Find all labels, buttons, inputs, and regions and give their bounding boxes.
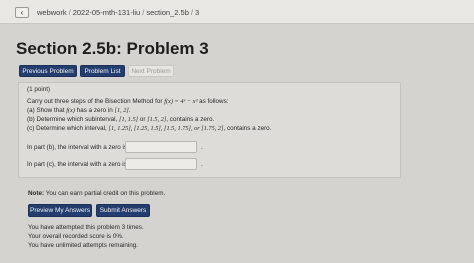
part-a-prefix: (a) Show that [27, 107, 67, 114]
problem-intro-text: Carry out three steps of the Bisection M… [27, 98, 165, 105]
breadcrumb-item-section[interactable]: section_2.5b [146, 8, 189, 17]
part-b-interval-2: [1.5, 2] [147, 116, 167, 123]
part-b-or: or [138, 116, 148, 123]
problem-list-button[interactable]: Problem List [80, 65, 125, 77]
part-c-intervals: [1, 1.25], [1.25, 1.5], [1.5, 1.75], or … [108, 125, 224, 132]
breadcrumb-item-problem: 3 [194, 8, 200, 17]
problem-intro: Carry out three steps of the Bisection M… [27, 98, 229, 105]
back-button[interactable]: ‹ [15, 7, 29, 18]
part-c-text: (c) Determine which interval, [1, 1.25],… [27, 125, 271, 132]
breadcrumb-item-course[interactable]: 2022-05-mth-131-liu [73, 8, 141, 17]
previous-problem-button[interactable]: Previous Problem [19, 65, 77, 77]
problem-box: (1 point) Carry out three steps of the B… [18, 82, 401, 178]
part-a-end: . [128, 107, 131, 114]
answer-b-label: In part (b), the interval with a zero is [27, 144, 128, 151]
answer-b-period: . [201, 144, 203, 151]
answer-c-label: In part (c), the interval with a zero is [27, 161, 127, 168]
page-title: Section 2.5b: Problem 3 [16, 39, 209, 58]
partial-credit-note: Note: You can earn partial credit on thi… [28, 190, 165, 197]
part-b-prefix: (b) Determine which subinterval, [27, 116, 120, 123]
part-a-text: (a) Show that f(x) has a zero in [1, 2]. [27, 107, 131, 114]
recorded-score: Your overall recorded score is 0%. [28, 233, 124, 240]
part-b-text: (b) Determine which subinterval, [1, 1.5… [27, 116, 214, 123]
problem-function: f(x) = 4ˣ − x³ [164, 98, 198, 105]
part-b-interval-1: [1, 1.5] [119, 116, 139, 123]
problem-points: (1 point) [27, 86, 51, 93]
chevron-left-icon: ‹ [20, 8, 24, 17]
part-c-end: , contains a zero. [223, 125, 272, 132]
attempts-remaining: You have unlimited attempts remaining. [28, 242, 139, 249]
answer-b-input[interactable] [125, 141, 197, 153]
note-text: You can earn partial credit on this prob… [44, 190, 166, 197]
part-a-func: f(x) [66, 107, 75, 114]
problem-intro-suffix: as follows: [197, 98, 229, 105]
answer-c-input[interactable] [125, 158, 197, 170]
next-problem-button: Next Problem [128, 65, 174, 77]
part-a-interval: [1, 2] [114, 107, 129, 114]
note-label: Note: [28, 190, 45, 197]
submit-answers-button[interactable]: Submit Answers [96, 204, 150, 217]
breadcrumb: webwork/2022-05-mth-131-liu / section_2.5b… [37, 8, 199, 17]
breadcrumb-item-webwork[interactable]: webwork [37, 8, 67, 17]
part-a-mid: has a zero in [74, 107, 115, 114]
answer-c-period: . [201, 161, 203, 168]
part-b-end: , contains a zero. [166, 116, 215, 123]
attempts-count: You have attempted this problem 3 times. [28, 224, 144, 231]
part-c-prefix: (c) Determine which interval, [27, 125, 109, 132]
preview-answers-button[interactable]: Preview My Answers [28, 204, 92, 217]
breadcrumb-bar: ‹ webwork/2022-05-mth-131-liu / section_2.… [0, 0, 474, 24]
